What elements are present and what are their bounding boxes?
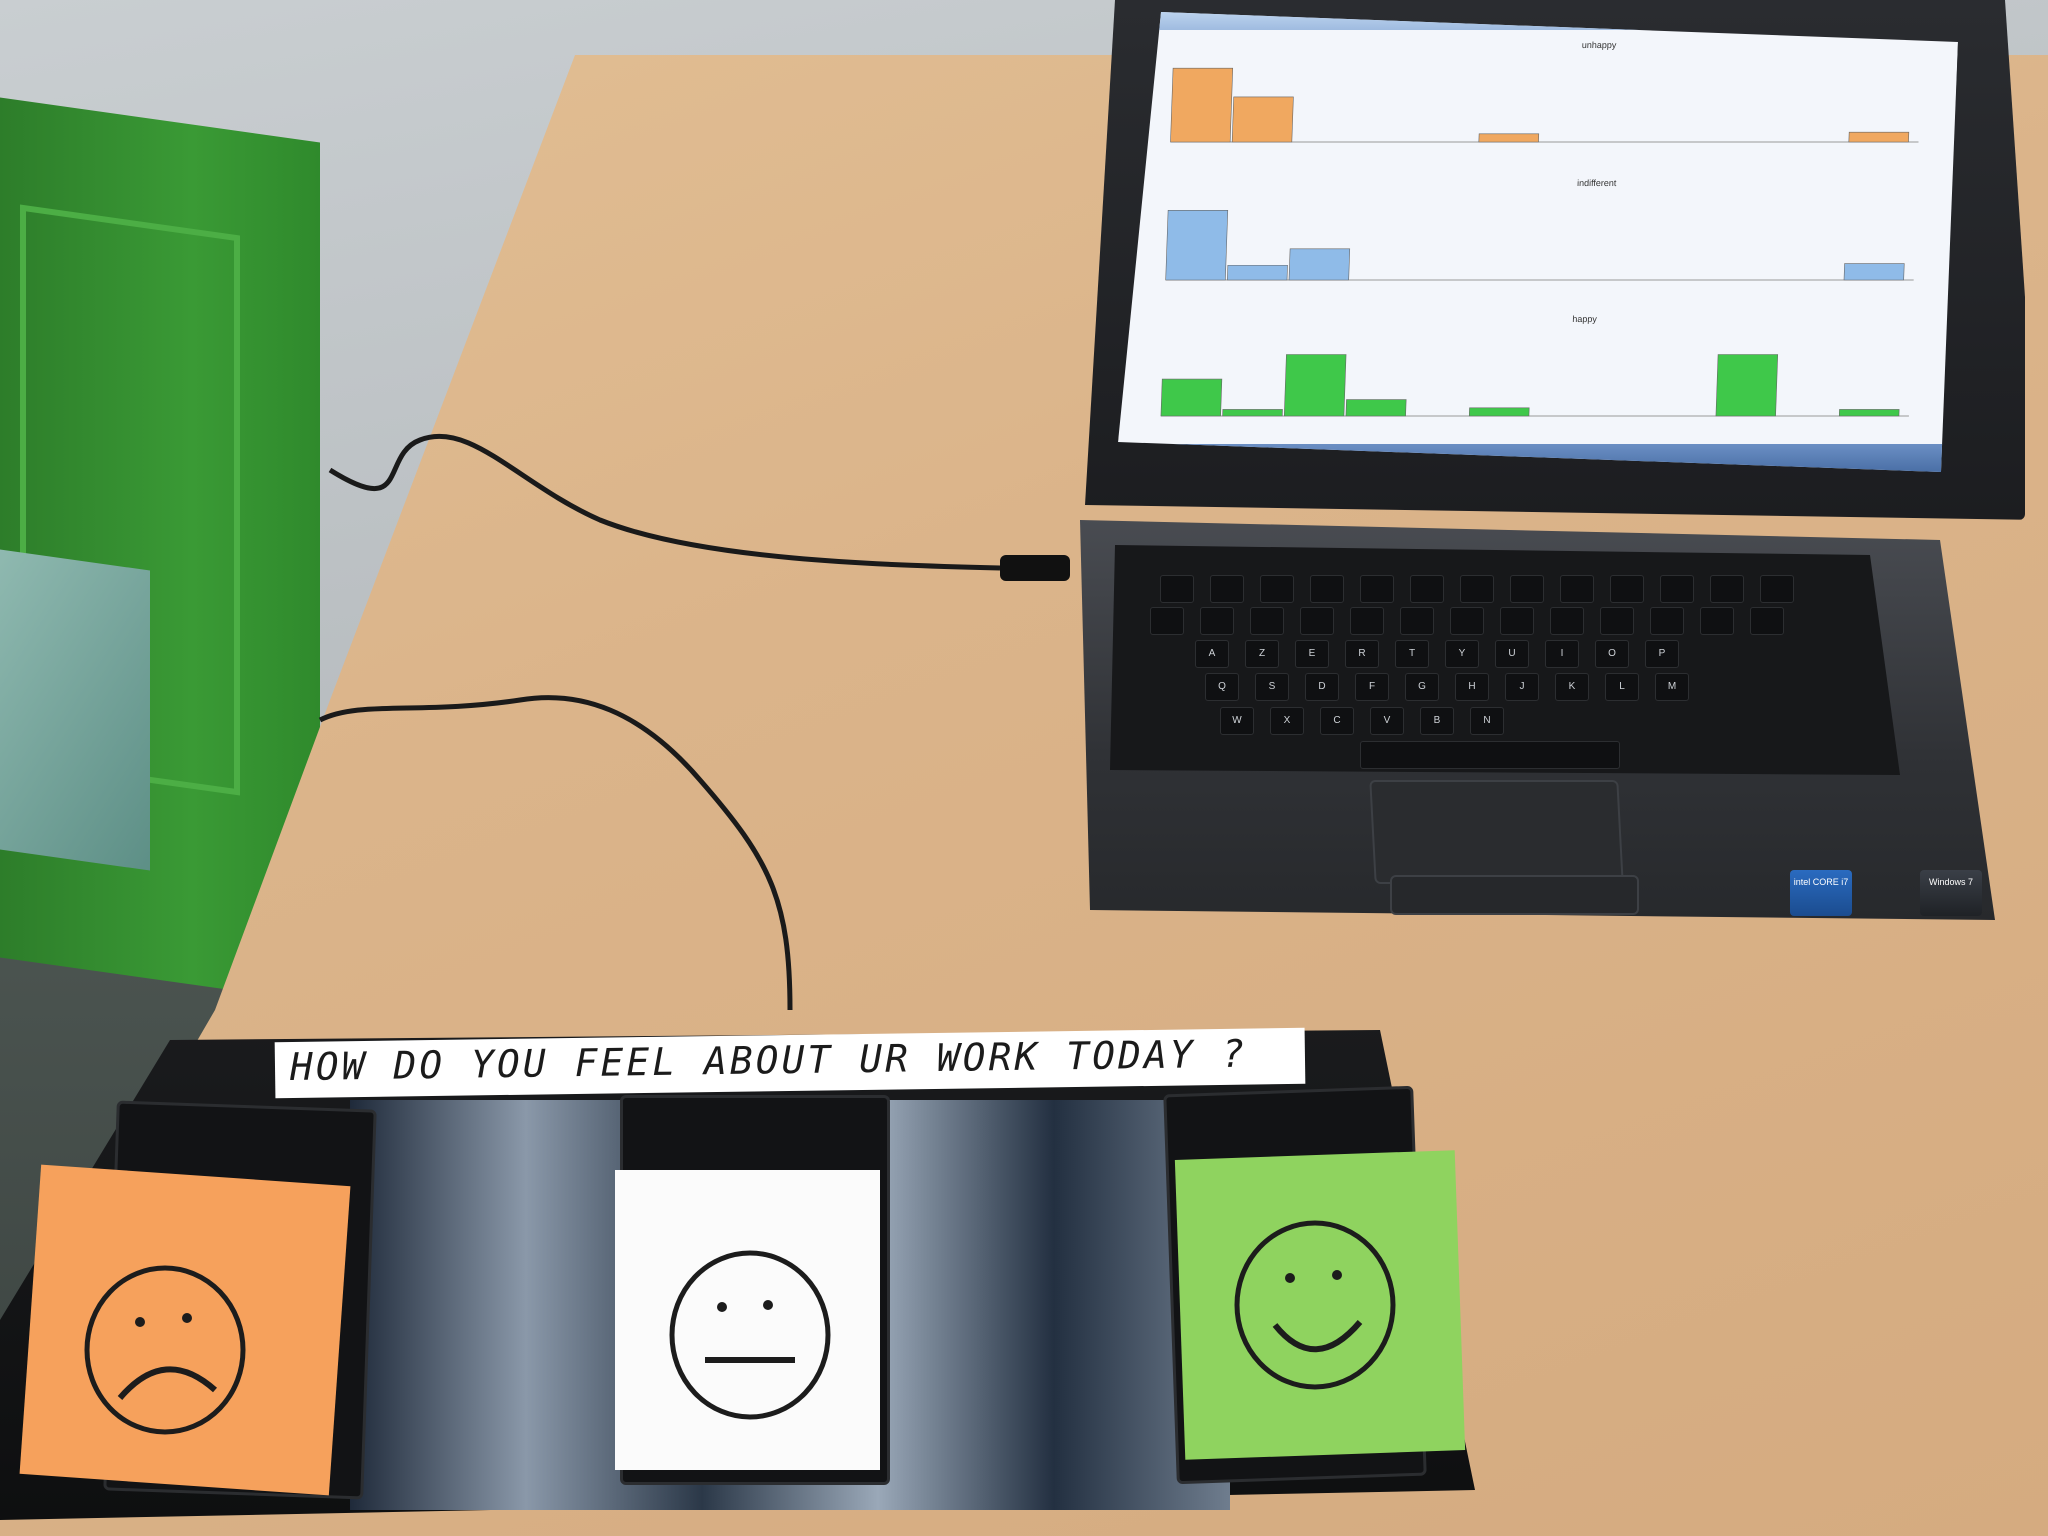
frown-face-drawing	[84, 1265, 246, 1435]
face-mouth-smile	[1272, 1320, 1363, 1353]
face-eye-left	[717, 1302, 727, 1312]
smile-face-drawing	[1234, 1220, 1396, 1390]
face-mouth-frown	[117, 1366, 218, 1400]
usb-cable-lower	[318, 695, 793, 1011]
face-eye-left	[1285, 1273, 1295, 1283]
usb-cable-upper	[328, 433, 1001, 571]
face-eye-right	[182, 1313, 192, 1323]
face-eye-left	[135, 1317, 145, 1327]
face-eye-right	[1332, 1270, 1342, 1280]
face-eye-right	[763, 1300, 773, 1310]
neutral-face-drawing	[669, 1250, 831, 1420]
